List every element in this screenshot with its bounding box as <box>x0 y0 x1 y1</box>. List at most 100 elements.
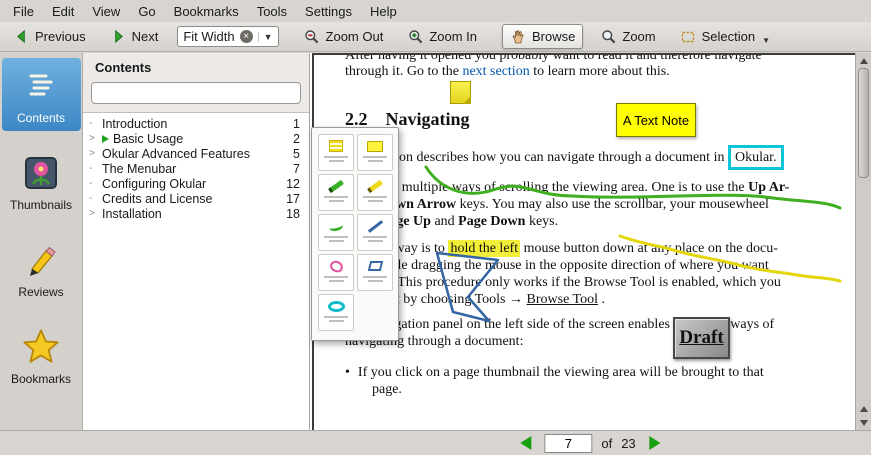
doc-line: • If you click on a page thumbnail the vi… <box>345 365 764 381</box>
straight-line-tool[interactable] <box>357 214 393 251</box>
toolbar: Previous Next Fit Width × ▼ Zoom Out Zoo… <box>0 22 871 52</box>
toc-item-page: 18 <box>286 207 300 221</box>
tool-label-lines <box>368 160 383 162</box>
zoom-in-button[interactable]: Zoom In <box>400 25 484 48</box>
section-title: Navigating <box>386 109 470 129</box>
zoom-out-button[interactable]: Zoom Out <box>297 25 391 48</box>
okular-window: File Edit View Go Bookmarks Tools Settin… <box>0 0 871 455</box>
expander-icon[interactable]: > <box>89 133 102 144</box>
toc-item-introduction[interactable]: - Introduction 1 <box>83 116 309 131</box>
scroll-down-button[interactable] <box>857 416 870 429</box>
clear-text-icon[interactable]: × <box>240 30 253 43</box>
contents-icon <box>20 65 62 107</box>
menu-help[interactable]: Help <box>361 2 406 21</box>
doc-line: There are multiple ways of scrolling the… <box>345 180 789 196</box>
search-input[interactable] <box>91 82 301 104</box>
ellipse-tool-icon <box>328 298 345 314</box>
toc-item-configuring[interactable]: - Configuring Okular 12 <box>83 176 309 191</box>
rectangle-annotation[interactable]: Okular. <box>728 145 784 170</box>
sidebar-item-contents[interactable]: Contents <box>2 58 81 131</box>
toc-item-label: Configuring Okular <box>102 177 280 191</box>
previous-label: Previous <box>35 29 86 44</box>
menu-edit[interactable]: Edit <box>43 2 83 21</box>
inline-note-annotation[interactable]: A Text Note <box>616 103 696 137</box>
popup-note-tool-icon <box>329 138 343 154</box>
next-page-button[interactable] <box>645 433 665 453</box>
tool-label-lines <box>368 280 383 282</box>
toc-item-menubar[interactable]: - The Menubar 7 <box>83 161 309 176</box>
toc-item-page: 17 <box>286 192 300 206</box>
menu-bookmarks[interactable]: Bookmarks <box>165 2 248 21</box>
expander-icon[interactable]: > <box>89 208 102 219</box>
toc-item-installation[interactable]: > Installation 18 <box>83 206 309 221</box>
next-button[interactable]: Next <box>103 25 166 48</box>
text-run: to move. This procedure only works if th… <box>345 275 781 290</box>
pencil-icon <box>20 239 62 281</box>
zoom-out-icon <box>304 28 321 45</box>
previous-page-button[interactable] <box>515 433 535 453</box>
yellow-highlighter-tool[interactable] <box>357 174 393 211</box>
browse-label: Browse <box>532 29 575 44</box>
menu-settings[interactable]: Settings <box>296 2 361 21</box>
menu-go[interactable]: Go <box>129 2 164 21</box>
polygon-tool[interactable] <box>357 254 393 291</box>
expander-icon[interactable]: > <box>89 148 102 159</box>
contents-panel: Contents - Introduction 1 > Basic Usage … <box>83 53 310 430</box>
menu-tools[interactable]: Tools <box>248 2 296 21</box>
tool-label-lines <box>363 276 387 278</box>
sidebar-item-thumbnails[interactable]: Thumbnails <box>2 145 81 218</box>
tool-label-lines <box>329 280 344 282</box>
inline-note-tool[interactable] <box>357 134 393 171</box>
toc-item-basic-usage[interactable]: > Basic Usage 2 <box>83 131 309 146</box>
tool-label-lines <box>363 156 387 158</box>
stamp-tool[interactable] <box>318 254 354 291</box>
menu-view[interactable]: View <box>83 2 129 21</box>
ellipse-tool[interactable] <box>318 294 354 331</box>
chevron-down-icon[interactable]: ▼ <box>762 36 770 45</box>
previous-button[interactable]: Previous <box>6 25 93 48</box>
tool-label-lines <box>324 156 348 158</box>
sidebar-item-label: Bookmarks <box>11 372 71 386</box>
freehand-ink-tool[interactable] <box>318 214 354 251</box>
doc-line: page. <box>372 382 402 398</box>
of-label: of <box>601 436 612 451</box>
popup-note-annotation-icon[interactable] <box>450 81 471 104</box>
browse-tool-link[interactable]: Browse Tool <box>527 292 598 307</box>
page-number-input[interactable] <box>544 434 592 453</box>
highlight-annotation[interactable]: hold the left <box>448 240 520 257</box>
toc-item-advanced-features[interactable]: > Okular Advanced Features 5 <box>83 146 309 161</box>
text-run: If you click on a page thumbnail the vie… <box>358 365 764 380</box>
chevron-down-icon[interactable]: ▼ <box>258 32 273 42</box>
toc-item-page: 2 <box>293 132 300 146</box>
next-section-link[interactable]: next section <box>462 64 529 79</box>
menu-file[interactable]: File <box>4 2 43 21</box>
zoom-combobox[interactable]: Fit Width × ▼ <box>177 26 278 47</box>
previous-arrow-icon <box>13 28 30 45</box>
zoom-in-label: Zoom In <box>429 29 477 44</box>
popup-note-tool[interactable] <box>318 134 354 171</box>
sidebar-item-reviews[interactable]: Reviews <box>2 232 81 305</box>
page-top-edge <box>312 53 855 55</box>
toc-item-credits[interactable]: - Credits and License 17 <box>83 191 309 206</box>
bullet-glyph: • <box>345 365 350 380</box>
browse-tool-button[interactable]: Browse <box>502 24 583 49</box>
selection-tool-button[interactable]: Selection ▼ <box>673 25 777 48</box>
tree-branch-icon: - <box>89 163 102 174</box>
doc-line: through it. Go to the next section to le… <box>345 64 670 80</box>
vertical-scrollbar[interactable] <box>855 53 871 430</box>
tool-label-lines <box>329 320 344 322</box>
draft-stamp-annotation[interactable]: Draft <box>673 317 730 359</box>
scrollbar-thumb[interactable] <box>858 68 869 178</box>
scroll-up-button-bottom[interactable] <box>857 402 870 415</box>
straight-line-tool-icon <box>367 218 384 234</box>
sidebar-item-label: Contents <box>17 111 65 125</box>
sidebar-item-bookmarks[interactable]: Bookmarks <box>2 319 81 392</box>
stamp-tool-icon <box>330 258 343 274</box>
zoom-tool-button[interactable]: Zoom <box>593 25 662 48</box>
green-highlighter-tool[interactable] <box>318 174 354 211</box>
freehand-ink-tool-icon <box>329 218 343 234</box>
toc-item-page: 5 <box>293 147 300 161</box>
yellow-highlighter-tool-icon <box>367 178 383 194</box>
tool-label-lines <box>363 196 387 198</box>
scroll-up-button[interactable] <box>857 54 870 67</box>
